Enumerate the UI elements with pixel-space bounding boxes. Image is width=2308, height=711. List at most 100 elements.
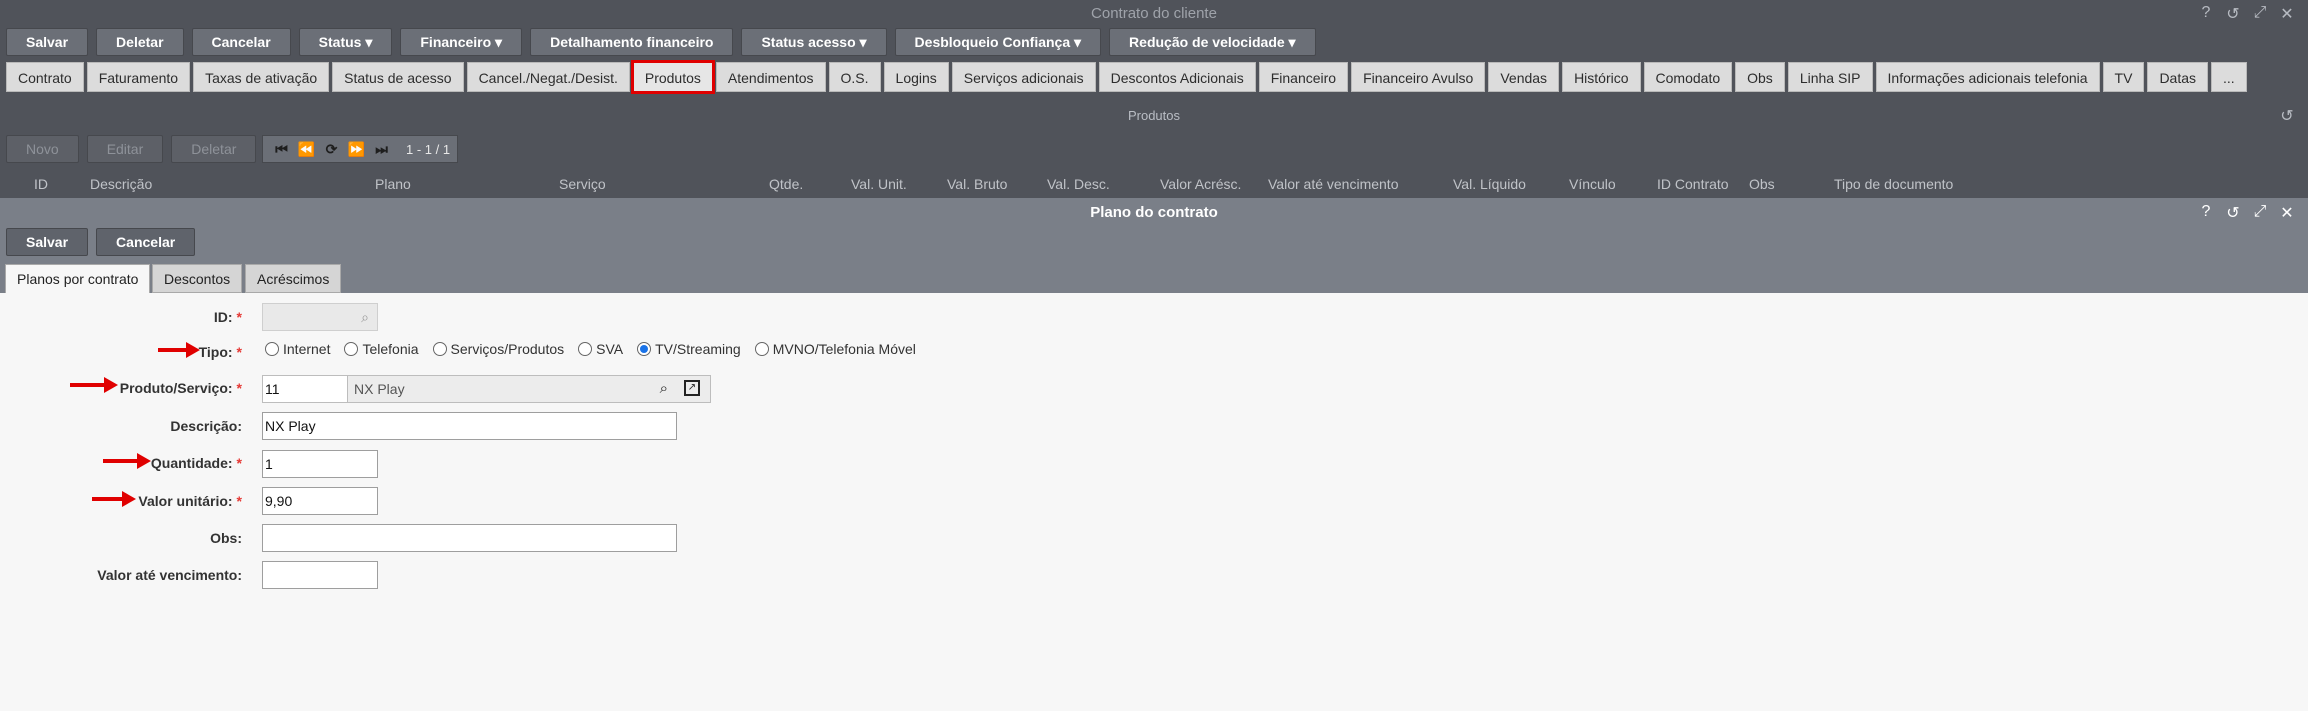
tab-financeiro-avulso[interactable]: Financeiro Avulso [1351,62,1486,92]
window-controls: ? ↺ ⤢ ✕ [2197,4,2296,24]
desbloqueio-confianca-dropdown-button[interactable]: Desbloqueio Confiança ▾ [894,28,1102,56]
column-header[interactable]: Val. Líquido [1453,176,1526,192]
products-toolbar: Novo Editar Deletar [6,135,257,163]
history-icon[interactable]: ↺ [2224,203,2242,223]
tab-planos-por-contrato[interactable]: Planos por contrato [5,264,151,293]
column-header[interactable]: ID [34,176,48,192]
tab-servicos-adicionais[interactable]: Serviços adicionais [951,62,1096,92]
quantidade-input[interactable]: 1 [262,450,378,478]
radio-servicos-produtos[interactable]: Serviços/Produtos [432,341,564,357]
tab-produtos[interactable]: Produtos [630,60,715,94]
tab-linha-sip[interactable]: Linha SIP [1787,62,1873,92]
tab-logins[interactable]: Logins [883,62,949,92]
valor-unitario-label: Valor unitário: * [138,493,242,509]
column-header[interactable]: Qtde. [769,176,803,192]
plano-form: ID: * ⌕ Tipo: * Internet Telefonia Serviço… [0,293,2308,711]
tab-obs[interactable]: Obs [1735,62,1785,92]
editar-button[interactable]: Editar [86,135,164,163]
radio-telefonia[interactable]: Telefonia [344,341,419,357]
column-header[interactable]: Serviço [559,176,606,192]
main-window: Contrato do cliente ? ↺ ⤢ ✕ Salvar Delet… [0,0,2308,198]
tab-descontos[interactable]: Descontos [152,264,243,293]
history-icon[interactable]: ↺ [2224,4,2242,24]
tab-descontos-adicionais[interactable]: Descontos Adicionais [1098,62,1256,92]
status-dropdown-button[interactable]: Status ▾ [298,28,393,56]
quantidade-label: Quantidade: * [150,455,242,471]
pager-count: 1 - 1 / 1 [406,141,451,157]
search-icon[interactable]: ⌕ [361,304,369,330]
radio-tv-streaming[interactable]: TV/Streaming [637,341,741,357]
radio-sva[interactable]: SVA [578,341,623,357]
modal-save-button[interactable]: Salvar [6,228,89,256]
tab-cancel-negat-desist[interactable]: Cancel./Negat./Desist. [466,62,630,92]
prev-page-icon[interactable]: ⏪ [296,141,317,158]
tab-contrato[interactable]: Contrato [6,62,84,92]
column-header[interactable]: Descrição [90,176,152,192]
column-header[interactable]: Plano [375,176,411,192]
delete-button[interactable]: Deletar [96,28,184,56]
window-title: Contrato do cliente [1091,5,1217,22]
tab-tv[interactable]: TV [2102,62,2145,92]
column-header[interactable]: Val. Desc. [1047,176,1110,192]
produto-id-input[interactable]: 11 [263,376,348,402]
modal-cancel-button[interactable]: Cancelar [96,228,196,256]
help-icon[interactable]: ? [2197,4,2215,24]
expand-icon[interactable]: ⤢ [2251,4,2269,24]
external-link-icon[interactable]: ↗ [684,380,700,396]
obs-input[interactable] [262,524,677,552]
close-icon[interactable]: ✕ [2278,203,2296,223]
tab-os[interactable]: O.S. [828,62,881,92]
column-header[interactable]: Valor até vencimento [1268,176,1398,192]
descricao-label: Descrição: [170,418,242,434]
deletar-button[interactable]: Deletar [171,135,257,163]
radio-internet[interactable]: Internet [265,341,330,357]
tab-faturamento[interactable]: Faturamento [86,62,191,92]
next-page-icon[interactable]: ⏩ [346,141,367,158]
tab-status-acesso[interactable]: Status de acesso [332,62,464,92]
column-header[interactable]: Val. Unit. [851,176,907,192]
produto-label: Produto/Serviço: * [119,380,242,396]
plano-contrato-modal-header: Plano do contrato ? ↺ ⤢ ✕ Salvar Cancela… [0,198,2308,293]
tab-acrescimos[interactable]: Acréscimos [245,264,342,293]
cancel-button[interactable]: Cancelar [191,28,291,56]
column-header[interactable]: Valor Acrésc. [1160,176,1241,192]
help-icon[interactable]: ? [2197,203,2215,223]
tab-info-telefonia[interactable]: Informações adicionais telefonia [1875,62,2100,92]
tab-atendimentos[interactable]: Atendimentos [715,62,826,92]
status-acesso-dropdown-button[interactable]: Status acesso ▾ [741,28,887,56]
column-header[interactable]: Tipo de documento [1834,176,1953,192]
refresh-icon[interactable]: ⟳ [321,141,342,158]
tab-historico[interactable]: Histórico [1562,62,1641,92]
contract-tabs: Contrato Faturamento Taxas de ativação S… [6,60,2247,94]
column-header[interactable]: ID Contrato [1657,176,1729,192]
tab-comodato[interactable]: Comodato [1643,62,1733,92]
search-icon[interactable]: ⌕ [660,376,668,402]
tab-datas[interactable]: Datas [2147,62,2209,92]
tipo-label: Tipo: * [198,344,242,360]
obs-label: Obs: [210,530,242,546]
radio-mvno[interactable]: MVNO/Telefonia Móvel [754,341,916,357]
valor-unitario-input[interactable]: 9,90 [262,487,378,515]
tab-financeiro[interactable]: Financeiro [1258,62,1349,92]
column-header[interactable]: Val. Bruto [947,176,1007,192]
last-page-icon[interactable]: ⏭ [371,141,392,158]
reducao-velocidade-dropdown-button[interactable]: Redução de velocidade ▾ [1109,28,1316,56]
financeiro-dropdown-button[interactable]: Financeiro ▾ [400,28,523,56]
tab-taxas-ativacao[interactable]: Taxas de ativação [193,62,330,92]
column-header[interactable]: Vínculo [1569,176,1616,192]
novo-button[interactable]: Novo [6,135,79,163]
main-toolbar: Salvar Deletar Cancelar Status ▾ Finance… [6,28,1316,56]
detalhamento-financeiro-button[interactable]: Detalhamento financeiro [530,28,734,56]
tab-more[interactable]: ... [2211,62,2247,92]
valor-vencimento-input[interactable] [262,561,378,589]
history-icon[interactable]: ↺ [2278,106,2296,126]
modal-title: Plano do contrato [1090,204,1218,221]
id-field[interactable]: ⌕ [262,303,378,331]
save-button[interactable]: Salvar [6,28,89,56]
tab-vendas[interactable]: Vendas [1488,62,1560,92]
close-icon[interactable]: ✕ [2278,4,2296,24]
expand-icon[interactable]: ⤢ [2251,203,2269,223]
first-page-icon[interactable]: ⏮ [271,141,292,158]
column-header[interactable]: Obs [1749,176,1775,192]
descricao-input[interactable]: NX Play [262,412,677,440]
